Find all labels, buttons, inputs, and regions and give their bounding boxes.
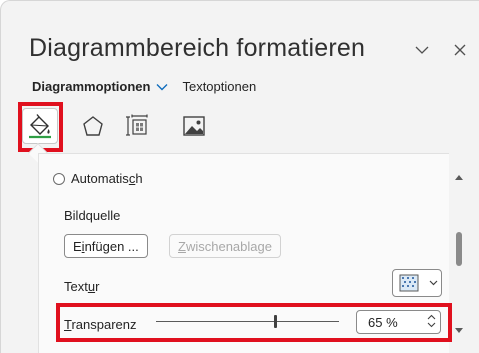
chevron-down-icon[interactable] <box>156 83 168 91</box>
texture-dropdown[interactable] <box>392 269 442 297</box>
transparency-value: 65 % <box>368 314 398 330</box>
pane-title: Diagrammbereich formatieren <box>29 34 366 62</box>
picture-button[interactable] <box>176 108 212 144</box>
size-properties-icon <box>126 114 148 136</box>
transparency-slider-track[interactable] <box>156 321 339 322</box>
picture-icon <box>183 116 205 136</box>
options-tabs: Diagrammoptionen Textoptionen <box>32 79 256 94</box>
fill-line-button[interactable] <box>22 108 58 144</box>
scroll-up-arrow-icon[interactable] <box>454 174 464 181</box>
size-properties-button[interactable] <box>119 108 155 144</box>
picture-source-label: Bildquelle <box>64 208 121 223</box>
spin-arrows[interactable] <box>427 313 436 329</box>
tab-chart-options[interactable]: Diagrammoptionen <box>32 79 150 94</box>
scroll-thumb[interactable] <box>456 232 462 266</box>
scroll-down-arrow-icon[interactable] <box>454 327 464 334</box>
radio-automatic-label: Automatisch <box>71 171 143 186</box>
transparency-slider-thumb[interactable] <box>273 315 277 328</box>
insert-button[interactable]: Ei nfügen ... <box>64 234 148 258</box>
vertical-scrollbar[interactable] <box>453 153 465 353</box>
collapse-pane-button[interactable] <box>413 41 431 59</box>
format-chart-area-pane: Diagrammbereich formatieren Diagrammopti… <box>0 0 479 353</box>
texture-swatch-icon <box>399 274 419 292</box>
chevron-up-icon[interactable] <box>427 313 436 321</box>
radio-circle[interactable] <box>53 172 65 185</box>
chevron-down-icon[interactable] <box>427 321 436 329</box>
category-icon-bar <box>18 104 218 154</box>
radio-automatic[interactable]: Automatisch <box>53 171 143 186</box>
close-pane-button[interactable] <box>451 41 469 59</box>
close-icon <box>454 44 466 56</box>
transparency-spinbox[interactable]: 65 % <box>356 310 441 334</box>
effects-pentagon-icon <box>83 116 103 136</box>
transparency-label: Transparenz <box>64 317 137 332</box>
chevron-down-icon <box>429 280 438 286</box>
clipboard-button[interactable]: Zwischenablage <box>169 234 281 258</box>
texture-label: Textur <box>64 279 100 294</box>
tab-text-options[interactable]: Textoptionen <box>182 79 256 94</box>
fill-line-icon <box>29 114 51 139</box>
effects-button[interactable] <box>75 108 111 144</box>
chevron-down-icon <box>415 46 429 54</box>
